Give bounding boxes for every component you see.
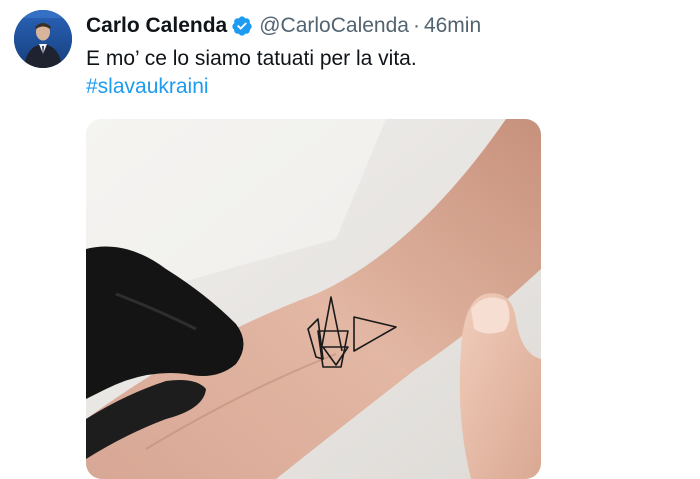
tweet-text: E mo’ ce lo siamo tatuati per la vita. xyxy=(86,47,417,70)
author-handle[interactable]: @CarloCalenda xyxy=(259,14,409,38)
hashtag-link[interactable]: #slavaukraini xyxy=(86,73,209,101)
author-name[interactable]: Carlo Calenda xyxy=(86,14,227,38)
avatar-image xyxy=(14,10,72,68)
avatar[interactable] xyxy=(14,10,72,68)
verified-badge-icon xyxy=(232,16,252,36)
separator-dot: · xyxy=(412,14,420,37)
tweet-media-photo[interactable] xyxy=(86,119,541,479)
timestamp[interactable]: 46min xyxy=(424,14,481,38)
tattoo-photo xyxy=(86,119,541,479)
tweet-header: Carlo Calenda @CarloCalenda · 46min xyxy=(86,12,481,40)
